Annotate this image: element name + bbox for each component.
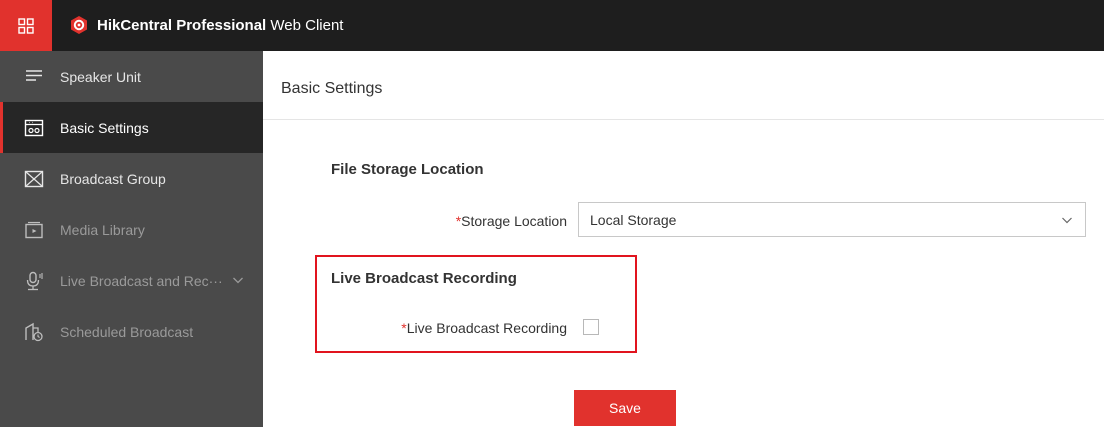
section-title-live-recording: Live Broadcast Recording xyxy=(331,270,517,287)
app-title-suffix: Web Client xyxy=(266,17,344,34)
save-button[interactable]: Save xyxy=(574,390,676,426)
main-content: Basic Settings File Storage Location *St… xyxy=(263,51,1104,427)
sidebar-item-label: Broadcast Group xyxy=(60,171,166,187)
hikcentral-logo-icon xyxy=(71,16,87,34)
top-bar: HikCentral Professional Web Client xyxy=(0,0,1104,51)
storage-location-select[interactable]: Local Storage xyxy=(578,202,1086,237)
sidebar-item-broadcast-group[interactable]: Broadcast Group xyxy=(0,153,263,204)
chevron-down-icon xyxy=(1062,217,1072,224)
page-title: Basic Settings xyxy=(281,80,383,97)
broadcast-group-icon xyxy=(24,170,44,188)
sidebar-item-basic-settings[interactable]: Basic Settings xyxy=(0,102,263,153)
media-library-icon xyxy=(25,221,43,239)
chevron-down-icon[interactable] xyxy=(232,274,244,286)
sidebar-item-media-library[interactable]: Media Library xyxy=(0,204,263,255)
sidebar-title: Speaker Unit xyxy=(60,69,141,85)
sidebar-item-live-broadcast[interactable]: Live Broadcast and Rec··· xyxy=(0,255,263,306)
sidebar-item-label: Basic Settings xyxy=(60,120,149,136)
scheduled-broadcast-icon xyxy=(25,322,43,342)
app-title-brand: HikCentral Professional xyxy=(97,17,267,34)
sidebar-item-label: Live Broadcast and Rec··· xyxy=(60,273,223,289)
storage-location-label-text: Storage Location xyxy=(461,213,567,229)
app-grid-icon xyxy=(18,17,34,34)
menu-list-icon xyxy=(26,70,42,81)
sidebar-item-label: Media Library xyxy=(60,222,145,238)
live-recording-checkbox[interactable] xyxy=(583,319,599,335)
app-title: HikCentral Professional Web Client xyxy=(97,16,343,35)
live-recording-label-text: Live Broadcast Recording xyxy=(406,320,567,336)
app-grid-button[interactable] xyxy=(0,0,52,51)
storage-location-label: *Storage Location xyxy=(456,212,567,230)
live-recording-label: *Live Broadcast Recording xyxy=(401,319,567,337)
title-divider xyxy=(263,119,1104,120)
sidebar: Speaker Unit Basic Settings Broadcast Gr… xyxy=(0,51,263,427)
microphone-icon xyxy=(26,271,43,291)
sidebar-item-label: Scheduled Broadcast xyxy=(60,324,194,340)
section-title-file-storage: File Storage Location xyxy=(331,161,484,178)
sidebar-header[interactable]: Speaker Unit xyxy=(0,51,263,102)
sidebar-item-scheduled-broadcast[interactable]: Scheduled Broadcast xyxy=(0,306,263,357)
storage-location-value: Local Storage xyxy=(590,212,677,228)
settings-panel-icon xyxy=(24,119,44,137)
